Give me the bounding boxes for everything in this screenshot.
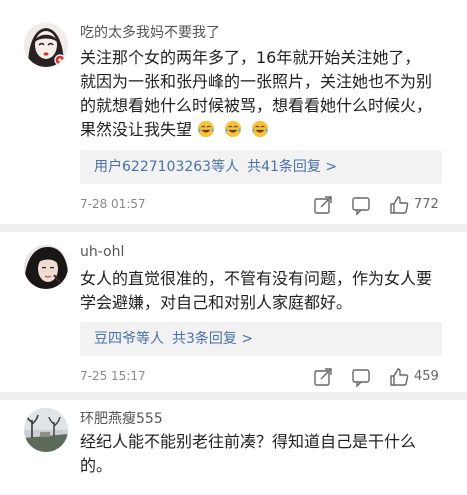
reply-count-link[interactable]: 共3条回复 > bbox=[172, 331, 253, 347]
like-count: 459 bbox=[414, 369, 439, 384]
reply-users-link[interactable]: 用户6227103263等人 bbox=[94, 159, 239, 175]
like-count: 772 bbox=[414, 197, 439, 212]
comment-text: 关注那个女的两年多了，16年就开始关注她了， 就因为一张和张丹峰的一张照片，关注… bbox=[80, 46, 460, 142]
comment-item: 环肥燕瘦555 经纪人能不能别老往前凑？得知道自己是干什么 的。 bbox=[0, 400, 467, 495]
avatar-image bbox=[24, 408, 68, 452]
comment-time: 7-25 15:17 bbox=[80, 369, 146, 383]
comment-time: 7-28 01:57 bbox=[80, 197, 146, 211]
avatar[interactable] bbox=[24, 23, 68, 67]
comment-username[interactable]: uh-ohl bbox=[80, 244, 124, 260]
comment-list: 吃的太多我妈不要我了 关注那个女的两年多了，16年就开始关注她了， 就因为一张和… bbox=[0, 0, 467, 495]
comment-text-line: 的。 bbox=[80, 456, 113, 475]
comment-text-line: 经纪人能不能别老往前凑？得知道自己是干什么 bbox=[80, 432, 417, 451]
comment-text-line-with-emoji: 果然没让我失望 bbox=[80, 118, 460, 142]
laughing-crying-emoji-icon bbox=[225, 120, 242, 138]
avatar[interactable] bbox=[24, 408, 68, 452]
comment-text-segment: 果然没让我失望 bbox=[80, 120, 193, 139]
comment-text-line: 就因为一张和张丹峰的一张照片，关注她也不为别 bbox=[80, 72, 433, 91]
comment-meta: 7-25 15:17 459 bbox=[80, 366, 442, 388]
comment-item: uh-ohl 女人的直觉很准的，不管有没有问题，作为女人要 学会避嫌，对自己和对… bbox=[0, 232, 467, 394]
comment-text-line: 的就想看她什么时候被骂，想看看她什么时候火， bbox=[80, 96, 433, 115]
reply-users-link[interactable]: 豆四爷等人 bbox=[94, 331, 164, 347]
comment-icon[interactable] bbox=[350, 366, 372, 388]
avatar-image bbox=[24, 245, 68, 289]
reply-count-link[interactable]: 共41条回复 > bbox=[247, 159, 337, 175]
reply-summary[interactable]: 用户6227103263等人 共41条回复 > bbox=[80, 150, 442, 184]
comment-username[interactable]: 吃的太多我妈不要我了 bbox=[80, 22, 220, 42]
like-icon[interactable] bbox=[388, 194, 410, 216]
avatar[interactable] bbox=[24, 245, 68, 289]
comment-text: 经纪人能不能别老往前凑？得知道自己是干什么 的。 bbox=[80, 430, 460, 478]
comment-text-line: 学会避嫌，对自己和对别人家庭都好。 bbox=[80, 293, 353, 312]
reply-summary[interactable]: 豆四爷等人 共3条回复 > bbox=[80, 322, 442, 356]
comment-icon[interactable] bbox=[350, 194, 372, 216]
comment-text-line: 女人的直觉很准的，不管有没有问题，作为女人要 bbox=[80, 269, 433, 288]
comment-meta: 7-28 01:57 772 bbox=[80, 194, 442, 216]
laughing-crying-emoji-icon bbox=[252, 120, 269, 138]
comment-text: 女人的直觉很准的，不管有没有问题，作为女人要 学会避嫌，对自己和对别人家庭都好。 bbox=[80, 267, 460, 315]
laughing-crying-emoji-icon bbox=[198, 120, 215, 138]
comment-divider bbox=[0, 224, 467, 232]
comment-username[interactable]: 环肥燕瘦555 bbox=[80, 408, 163, 428]
like-icon[interactable] bbox=[388, 366, 410, 388]
comment-text-line: 关注那个女的两年多了，16年就开始关注她了， bbox=[80, 48, 421, 67]
share-icon[interactable] bbox=[312, 194, 334, 216]
share-icon[interactable] bbox=[312, 366, 334, 388]
avatar-image bbox=[24, 23, 68, 67]
comment-item: 吃的太多我妈不要我了 关注那个女的两年多了，16年就开始关注她了， 就因为一张和… bbox=[0, 0, 467, 230]
comment-divider bbox=[0, 392, 467, 400]
